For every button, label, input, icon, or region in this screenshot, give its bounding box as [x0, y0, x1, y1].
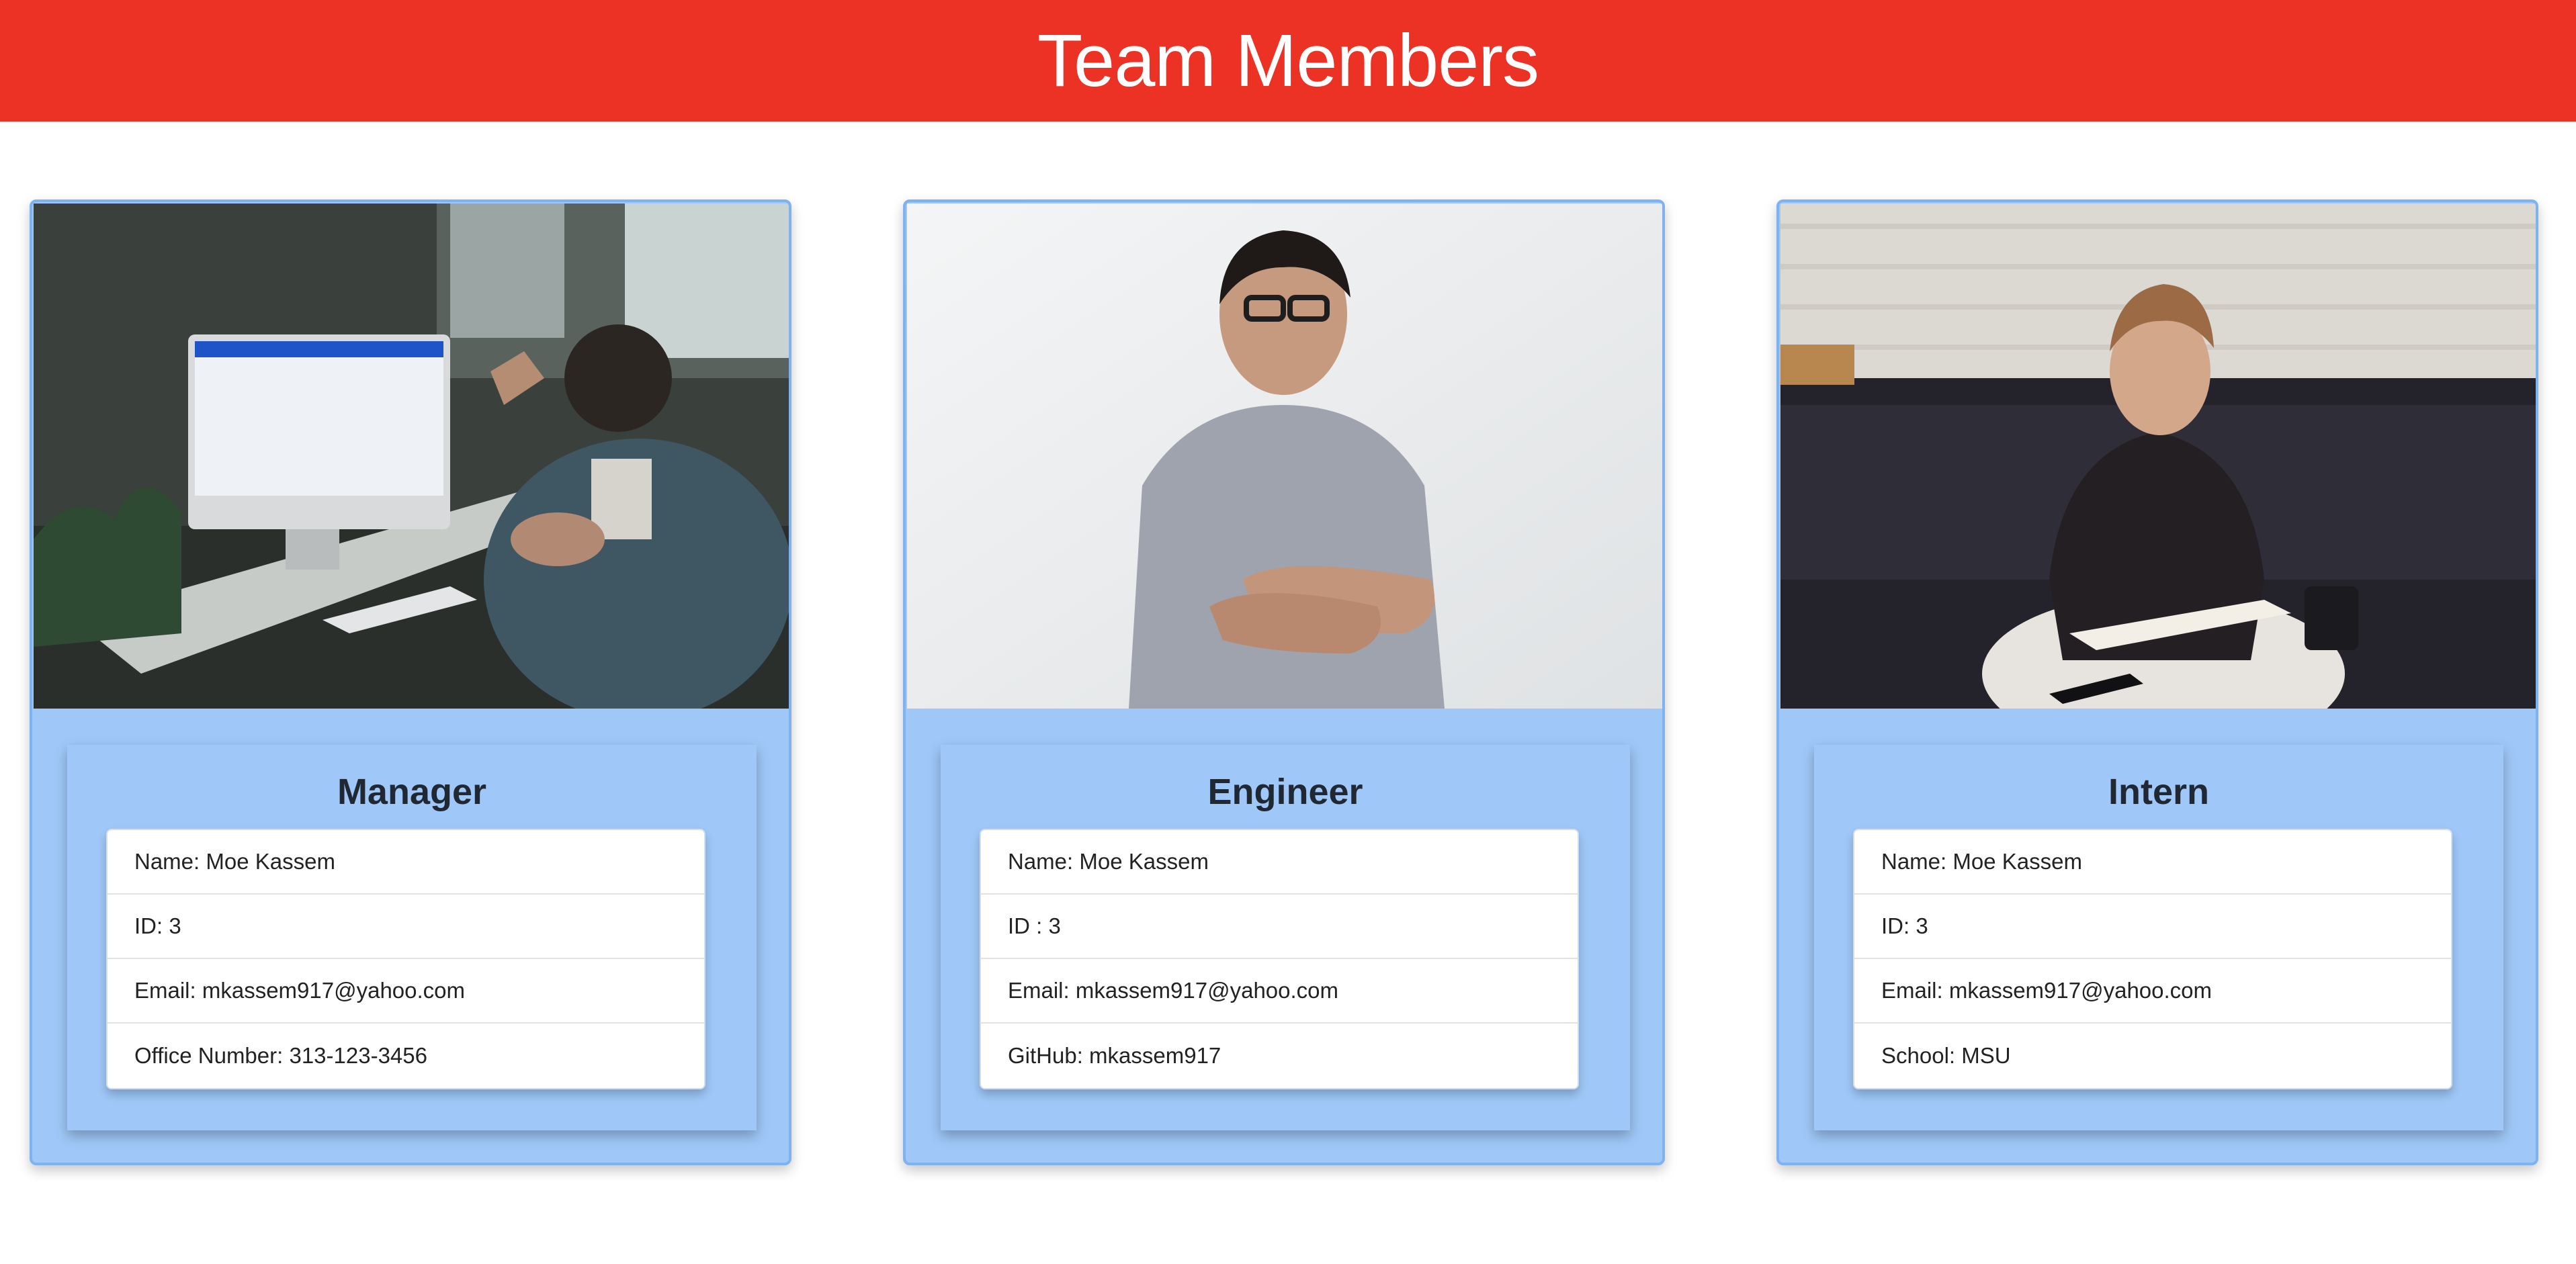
manager-card-body: Manager Name: Moe Kassem ID: 3 Email: mk…: [67, 745, 757, 1130]
manager-name: Name: Moe Kassem: [108, 830, 704, 895]
intern-school: School: MSU: [1881, 1043, 2011, 1068]
intern-name: Name: Moe Kassem: [1854, 830, 2451, 895]
intern-card-body: Intern Name: Moe Kassem ID: 3 Email: mka…: [1814, 745, 2503, 1130]
engineer-card: Engineer Name: Moe Kassem ID : 3 Email: …: [903, 199, 1665, 1165]
manager-photo: [34, 204, 789, 709]
intern-id: ID: 3: [1854, 895, 2451, 959]
manager-card: Manager Name: Moe Kassem ID: 3 Email: mk…: [30, 199, 791, 1165]
engineer-photo: [907, 204, 1662, 709]
manager-role-title: Manager: [337, 772, 487, 812]
page-header: Team Members: [0, 0, 2576, 122]
intern-info-list: Name: Moe Kassem ID: 3 Email: mkassem917…: [1853, 829, 2452, 1089]
intern-role-title: Intern: [2108, 772, 2209, 812]
engineer-id: ID : 3: [981, 895, 1578, 959]
intern-card: Intern Name: Moe Kassem ID: 3 Email: mka…: [1776, 199, 2538, 1165]
page-title: Team Members: [1037, 19, 1539, 102]
engineer-email: Email: mkassem917@yahoo.com: [981, 959, 1578, 1024]
manager-office-number: Office Number: 313-123-3456: [134, 1043, 427, 1068]
engineer-info-list: Name: Moe Kassem ID : 3 Email: mkassem91…: [980, 829, 1579, 1089]
engineer-role-title: Engineer: [1207, 772, 1363, 812]
manager-info-list: Name: Moe Kassem ID: 3 Email: mkassem917…: [106, 829, 705, 1089]
intern-email: Email: mkassem917@yahoo.com: [1854, 959, 2451, 1024]
manager-email: Email: mkassem917@yahoo.com: [108, 959, 704, 1024]
intern-photo: [1780, 204, 2536, 709]
manager-id: ID: 3: [108, 895, 704, 959]
engineer-name: Name: Moe Kassem: [981, 830, 1578, 895]
engineer-github: GitHub: mkassem917: [1008, 1043, 1221, 1068]
engineer-card-body: Engineer Name: Moe Kassem ID : 3 Email: …: [941, 745, 1630, 1130]
